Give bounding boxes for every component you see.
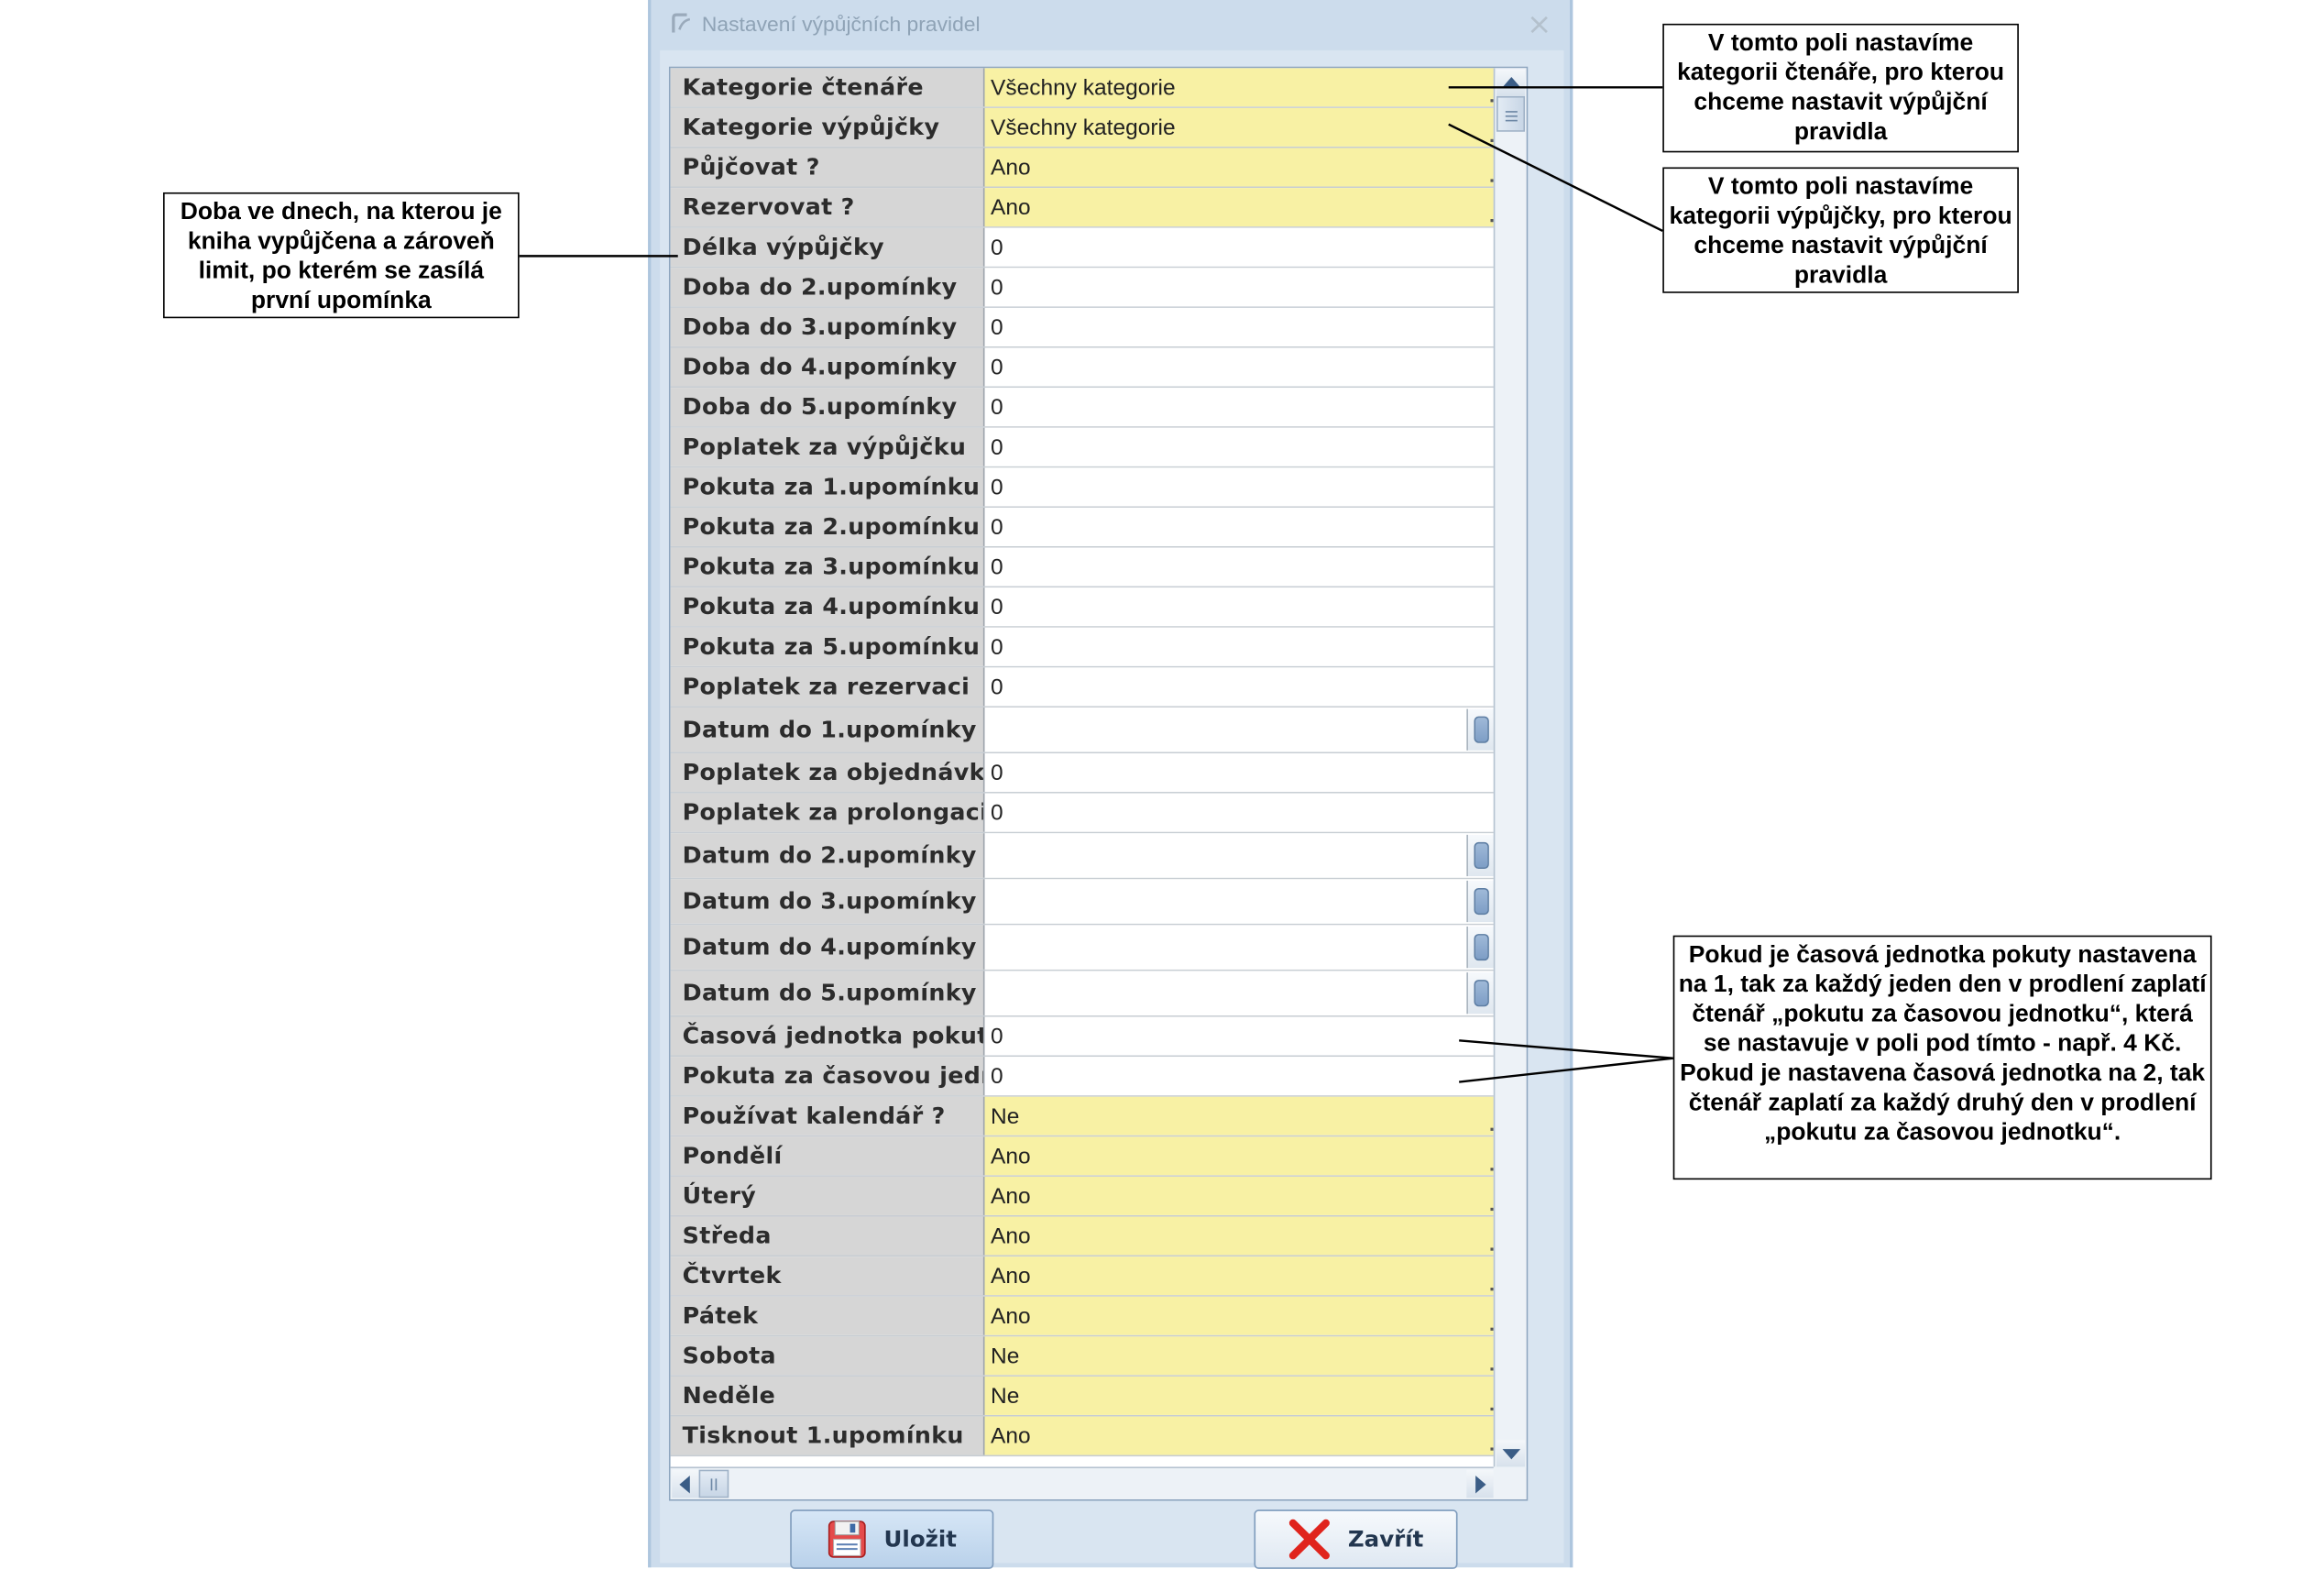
- callout-connectors: [519, 86, 1673, 1083]
